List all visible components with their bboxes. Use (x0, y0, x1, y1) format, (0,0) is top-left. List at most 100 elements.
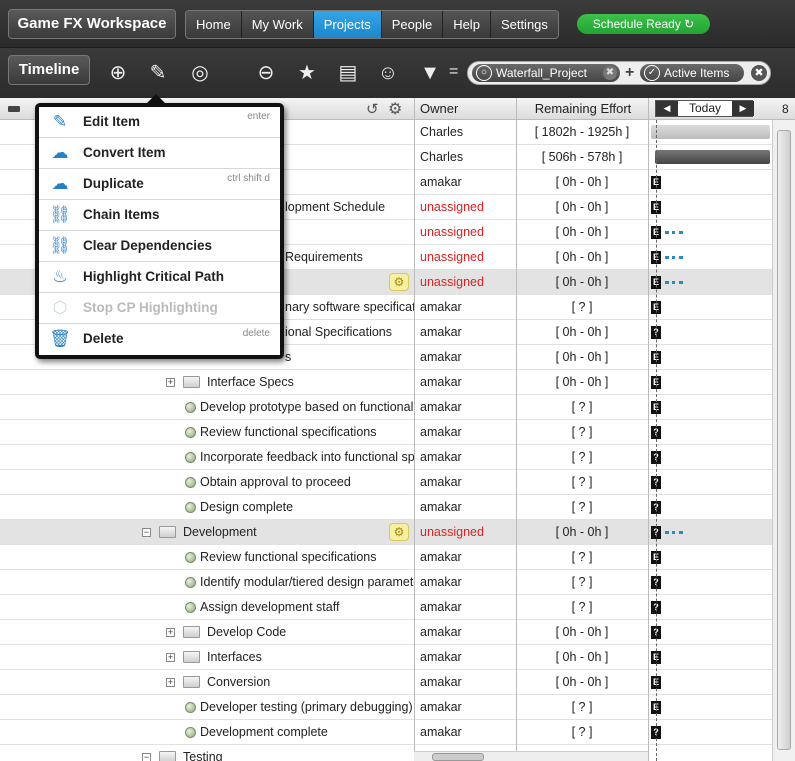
owner-cell[interactable]: amakar (420, 345, 515, 369)
owner-cell[interactable]: amakar (420, 295, 515, 319)
row-name[interactable]: Review functional specifications (200, 545, 376, 569)
row-settings-icon[interactable]: ⚙ (389, 523, 409, 541)
owner-cell[interactable]: unassigned (420, 245, 515, 269)
effort-cell[interactable]: [ ? ] (516, 720, 648, 744)
owner-cell[interactable]: amakar (420, 170, 515, 194)
next-arrow-icon[interactable]: ▶ (732, 101, 754, 116)
clear-filter-icon[interactable]: ✖ (751, 65, 767, 81)
effort-cell[interactable]: [ ? ] (516, 570, 648, 594)
effort-cell[interactable]: [ 0h - 0h ] (516, 245, 648, 269)
owner-column-header[interactable]: Owner (414, 98, 516, 120)
row-name[interactable]: Developer testing (primary debugging) (200, 695, 413, 719)
undo-icon[interactable]: ↺ (366, 100, 379, 118)
owner-cell[interactable]: amakar (420, 495, 515, 519)
gear-icon[interactable]: ⚙ (388, 99, 402, 119)
owner-cell[interactable]: Charles (420, 120, 515, 144)
owner-cell[interactable]: unassigned (420, 220, 515, 244)
owner-cell[interactable]: amakar (420, 595, 515, 619)
effort-cell[interactable]: [ ? ] (516, 395, 648, 419)
globe-icon[interactable]: ◎ (188, 61, 212, 85)
nav-my-work[interactable]: My Work (241, 11, 314, 38)
prev-arrow-icon[interactable]: ◀ (656, 101, 678, 116)
row-name[interactable]: Assign development staff (200, 595, 339, 619)
owner-cell[interactable]: amakar (420, 370, 515, 394)
menu-item-delete[interactable]: 🗑 Delete delete (39, 324, 280, 355)
effort-cell[interactable]: [ ? ] (516, 695, 648, 719)
row-name[interactable]: Develop Code (207, 620, 286, 644)
effort-cell[interactable]: [ ? ] (516, 420, 648, 444)
row-name[interactable]: ional Specifications (285, 320, 392, 344)
owner-cell[interactable]: amakar (420, 645, 515, 669)
row-name[interactable]: Interface Specs (207, 370, 294, 394)
effort-cell[interactable]: [ 0h - 0h ] (516, 195, 648, 219)
effort-cell[interactable]: [ 0h - 0h ] (516, 320, 648, 344)
menu-item-edit[interactable]: ✎ Edit Item enter (39, 107, 280, 138)
expand-icon[interactable]: + (166, 678, 175, 687)
pencil-icon[interactable]: ✎ (146, 61, 170, 85)
today-button[interactable]: Today (678, 101, 732, 116)
row-name[interactable]: Development (183, 520, 257, 544)
add-icon[interactable]: ⊕ (106, 61, 130, 85)
effort-cell[interactable]: [ 0h - 0h ] (516, 220, 648, 244)
effort-cell[interactable]: [ 0h - 0h ] (516, 270, 648, 294)
owner-cell[interactable]: Charles (420, 145, 515, 169)
effort-cell[interactable]: [ 0h - 0h ] (516, 620, 648, 644)
row-name[interactable]: nary software specificatio (285, 295, 414, 319)
filter-chip-active[interactable]: ✓ Active Items (640, 64, 744, 82)
effort-cell[interactable]: [ ? ] (516, 295, 648, 319)
chip-remove-icon[interactable]: ✖ (603, 66, 617, 80)
effort-cell[interactable]: [ 0h - 0h ] (516, 370, 648, 394)
row-name[interactable]: Incorporate feedback into functional spe (200, 445, 414, 469)
owner-cell[interactable]: unassigned (420, 520, 515, 544)
row-name[interactable]: Obtain approval to proceed (200, 470, 351, 494)
minus-circle-icon[interactable]: ⊖ (254, 61, 278, 85)
row-name[interactable]: Review functional specifications (200, 420, 376, 444)
effort-cell[interactable]: [ ? ] (516, 495, 648, 519)
collapse-all-icon[interactable] (8, 106, 20, 112)
star-icon[interactable]: ★ (295, 61, 319, 85)
row-name[interactable]: Development complete (200, 720, 328, 744)
person-icon[interactable]: ☺ (376, 61, 400, 85)
owner-cell[interactable]: amakar (420, 445, 515, 469)
row-name[interactable]: Interfaces (207, 645, 262, 669)
effort-cell[interactable]: [ 0h - 0h ] (516, 170, 648, 194)
horizontal-scrollbar[interactable] (414, 751, 648, 761)
owner-cell[interactable]: amakar (420, 620, 515, 644)
vertical-scroll-thumb[interactable] (777, 130, 791, 750)
schedule-status-badge[interactable]: Schedule Ready ↻ (577, 14, 710, 34)
effort-cell[interactable]: [ 0h - 0h ] (516, 645, 648, 669)
workspace-button[interactable]: Game FX Workspace (8, 9, 176, 39)
horizontal-scroll-thumb[interactable] (432, 753, 484, 761)
owner-cell[interactable]: amakar (420, 545, 515, 569)
row-settings-icon[interactable]: ⚙ (389, 273, 409, 291)
row-name[interactable]: s (285, 345, 291, 369)
owner-cell[interactable]: amakar (420, 320, 515, 344)
effort-cell[interactable]: [ 1802h - 1925h ] (516, 120, 648, 144)
row-name[interactable]: lopment Schedule (285, 195, 385, 219)
menu-item-clear-dependencies[interactable]: ⛓ Clear Dependencies (39, 231, 280, 262)
effort-cell[interactable]: [ ? ] (516, 470, 648, 494)
menu-item-chain[interactable]: ⛓ Chain Items (39, 200, 280, 231)
expand-icon[interactable]: + (166, 628, 175, 637)
effort-cell[interactable]: [ 0h - 0h ] (516, 520, 648, 544)
gantt-bar[interactable] (655, 150, 770, 164)
filter-icon[interactable]: ▼ (418, 61, 442, 85)
gantt-bar[interactable] (651, 125, 770, 139)
owner-cell[interactable]: amakar (420, 420, 515, 444)
expand-icon[interactable]: + (166, 653, 175, 662)
nav-projects[interactable]: Projects (313, 11, 382, 38)
filter-box[interactable]: ○ Waterfall_Project ✖ + ✓ Active Items ✖ (467, 61, 771, 85)
owner-cell[interactable]: amakar (420, 570, 515, 594)
owner-cell[interactable]: amakar (420, 470, 515, 494)
row-name[interactable]: Develop prototype based on functional s (200, 395, 414, 419)
effort-cell[interactable]: [ 0h - 0h ] (516, 345, 648, 369)
owner-cell[interactable]: unassigned (420, 195, 515, 219)
effort-cell[interactable]: [ 506h - 578h ] (516, 145, 648, 169)
briefcase-icon[interactable]: ▤ (336, 61, 360, 85)
owner-cell[interactable]: unassigned (420, 270, 515, 294)
collapse-icon[interactable]: − (142, 753, 151, 761)
menu-item-convert[interactable]: ☁ Convert Item (39, 138, 280, 169)
effort-cell[interactable]: [ ? ] (516, 595, 648, 619)
owner-cell[interactable]: amakar (420, 395, 515, 419)
effort-cell[interactable]: [ 0h - 0h ] (516, 670, 648, 694)
